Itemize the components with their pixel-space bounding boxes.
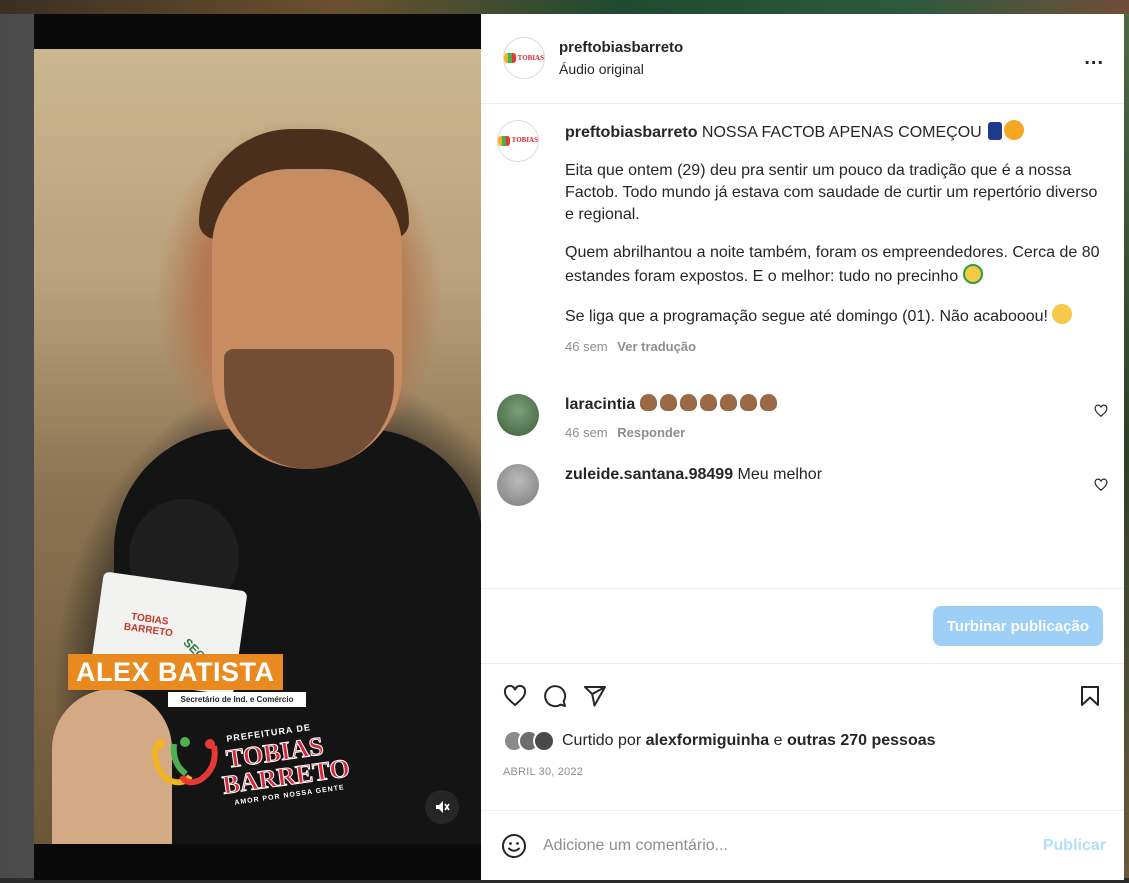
likes-joiner: e: [773, 732, 783, 750]
avatar-logo-text: TOBIAS: [511, 136, 538, 145]
share-icon[interactable]: [583, 684, 607, 708]
grinning-sweat-emoji-icon: [1052, 303, 1073, 324]
avatar-logo-text: TOBIAS: [517, 53, 544, 62]
post-actions: Curtido por alexformiguinha e outras 270…: [481, 663, 1124, 810]
video-letterbox-bottom: [34, 844, 481, 880]
lower-third-name: ALEX BATISTA: [68, 654, 283, 690]
boost-post-button[interactable]: Turbinar publicação: [932, 606, 1103, 647]
caption-paragraph-3: Se liga que a programação segue até domi…: [565, 307, 1048, 325]
lower-third-role: Secretário de Ind. e Comércio: [168, 692, 306, 707]
post-header: TOBIAS preftobiasbarreto Áudio original …: [481, 14, 1124, 104]
comment-text: Meu melhor: [737, 465, 823, 483]
city-hall-logo: PREFEITURA DE TOBIAS BARRETO AMOR POR NO…: [150, 722, 360, 807]
clap-emoji-icon: [719, 393, 737, 411]
hands-logo-icon: [152, 737, 218, 786]
heart-eyes-emoji-icon: [1004, 119, 1025, 140]
likes-summary[interactable]: Curtido por alexformiguinha e outras 270…: [503, 730, 1102, 753]
mute-icon: [436, 801, 450, 813]
caption-title: NOSSA FACTOB APENAS COMEÇOU: [701, 123, 982, 141]
publish-button[interactable]: Publicar: [1043, 837, 1106, 855]
comment-item: zuleide.santana.98499 Meu melhor: [497, 463, 1108, 506]
comment-heart-icon[interactable]: [1094, 404, 1108, 418]
backdrop-top-band: [0, 0, 1129, 14]
bookmark-icon[interactable]: [1078, 684, 1102, 708]
post-date: ABRIL 30, 2022: [503, 766, 584, 779]
commenter-avatar[interactable]: [497, 393, 539, 436]
video-letterbox-top: [34, 14, 481, 49]
boost-bar: Turbinar publicação: [481, 588, 1124, 663]
more-options-button[interactable]: ...: [1080, 43, 1108, 74]
author-avatar[interactable]: TOBIAS: [503, 37, 545, 80]
caption-avatar[interactable]: TOBIAS: [497, 119, 539, 162]
caption: TOBIAS preftobiasbarreto NOSSA FACTOB AP…: [497, 119, 1108, 358]
caption-paragraph-2: Quem abrilhantou a noite também, foram o…: [565, 243, 1100, 285]
clap-emoji-icon: [739, 393, 757, 411]
comment-time[interactable]: 46 sem: [565, 425, 608, 440]
likes-others[interactable]: outras 270 pessoas: [787, 732, 936, 750]
money-mouth-emoji-icon: [962, 263, 983, 284]
add-comment-bar: Publicar: [481, 810, 1124, 880]
clap-emoji-icon: [639, 393, 657, 411]
clap-emoji-icon: [759, 393, 777, 411]
post-dialog: TOBIAS BARRETO SECOM ALEX BATISTA Secret…: [34, 14, 1124, 880]
heart-icon[interactable]: [503, 684, 527, 708]
likes-prefix: Curtido por: [562, 732, 642, 750]
audio-label[interactable]: Áudio original: [559, 61, 1080, 77]
comment-heart-icon[interactable]: [1094, 478, 1108, 492]
commenter-avatar[interactable]: [497, 463, 539, 506]
comments-section[interactable]: TOBIAS preftobiasbarreto NOSSA FACTOB AP…: [481, 104, 1124, 588]
liker-avatar: [533, 730, 555, 753]
clap-emoji-icon: [699, 393, 717, 411]
comment-item: laracintia 46 sem Responder: [497, 393, 1108, 444]
spool-emoji-icon: [988, 121, 1003, 140]
comment-input[interactable]: [543, 836, 1043, 855]
comment-icon[interactable]: [543, 684, 567, 708]
clap-emoji-icon: [679, 393, 697, 411]
caption-username[interactable]: preftobiasbarreto: [565, 124, 697, 141]
clap-emojis: [639, 393, 780, 413]
post-video[interactable]: TOBIAS BARRETO SECOM ALEX BATISTA Secret…: [34, 14, 481, 880]
caption-time[interactable]: 46 sem: [565, 339, 608, 354]
emoji-icon[interactable]: [501, 833, 527, 859]
avatar-logo-icon: [498, 135, 510, 146]
comment-username[interactable]: zuleide.santana.98499: [565, 466, 733, 483]
post-side-panel: TOBIAS preftobiasbarreto Áudio original …: [481, 14, 1124, 880]
caption-paragraph-1: Eita que ontem (29) deu pra sentir um po…: [565, 161, 1098, 223]
mute-button[interactable]: [425, 790, 459, 824]
avatar-logo-icon: [504, 53, 516, 64]
reply-link[interactable]: Responder: [617, 425, 685, 440]
translate-link[interactable]: Ver tradução: [617, 339, 696, 354]
clap-emoji-icon: [659, 393, 677, 411]
liker-avatars: [503, 730, 555, 753]
likes-user[interactable]: alexformiguinha: [646, 732, 770, 750]
lower-third: ALEX BATISTA Secretário de Ind. e Comérc…: [68, 654, 306, 707]
comment-username[interactable]: laracintia: [565, 396, 635, 413]
author-username[interactable]: preftobiasbarreto: [559, 39, 1080, 56]
